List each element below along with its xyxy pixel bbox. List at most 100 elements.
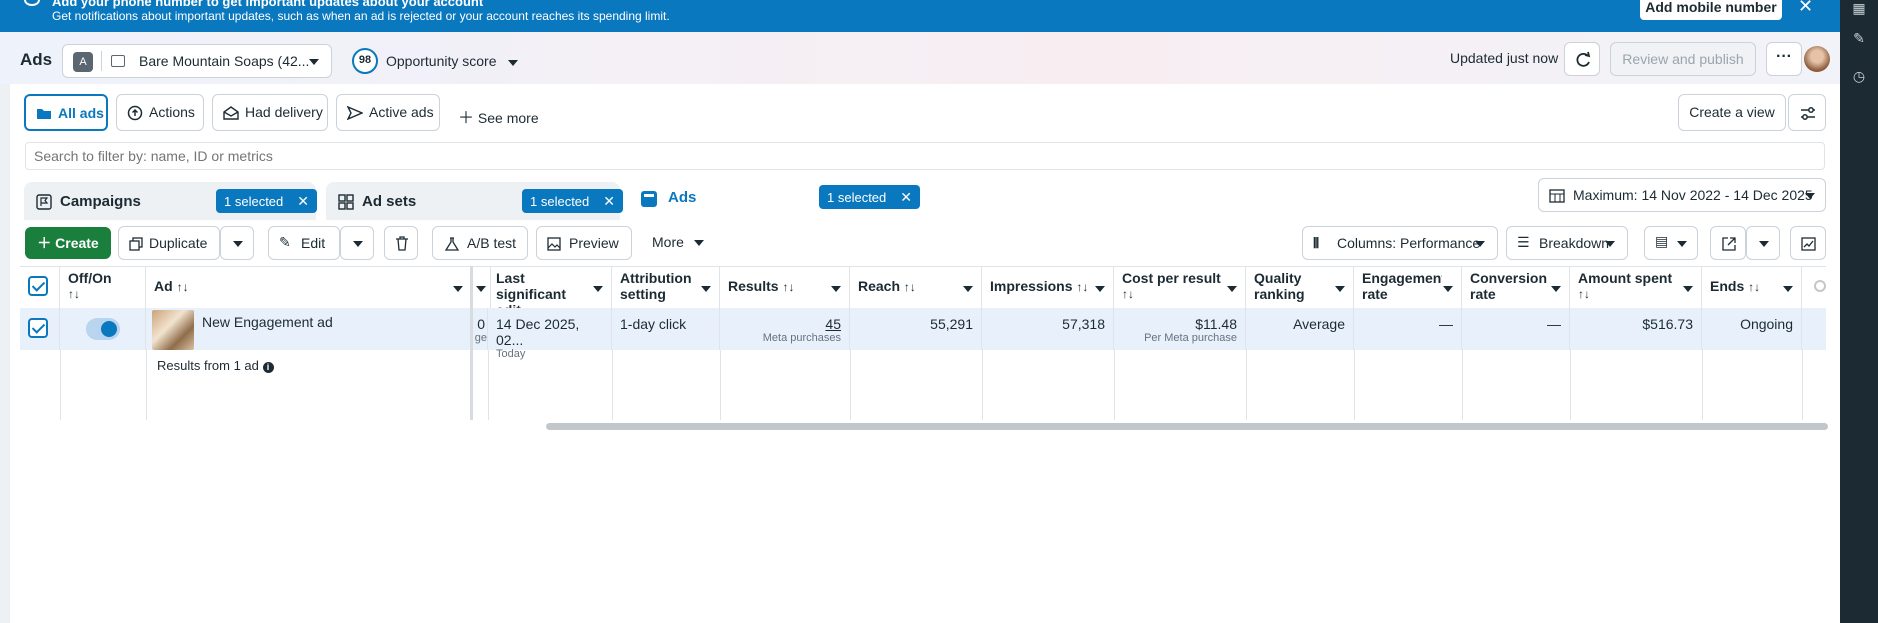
sort-icon[interactable]: ↑↓ [904,280,916,294]
opportunity-score-badge[interactable]: 98 [352,48,378,74]
more-dropdown[interactable]: More [646,226,716,260]
ab-test-button[interactable]: A/B test [432,226,528,260]
view-tab-had-delivery[interactable]: Had delivery [212,94,328,131]
column-header-ends[interactable]: Ends ↑↓ [1702,266,1802,308]
add-column-icon[interactable] [1814,280,1826,292]
charts-button[interactable] [1790,226,1826,260]
column-header-impressions[interactable]: Impressions ↑↓ [982,266,1114,308]
column-header-cost[interactable]: Cost per result ↑↓ [1114,266,1246,308]
preview-button[interactable]: Preview [536,226,632,260]
column-header-offon[interactable]: Off/On ↑↓ [60,266,146,308]
view-tab-actions[interactable]: Actions [116,94,204,131]
chevron-down-icon[interactable] [1227,286,1237,292]
chevron-down-icon[interactable] [476,286,486,292]
level-tab-campaigns[interactable]: Campaigns 1 selected ✕ [24,182,317,220]
refresh-button[interactable] [1564,42,1600,76]
select-all-checkbox[interactable] [28,276,48,296]
sort-icon[interactable]: ↑↓ [1076,280,1088,294]
create-button[interactable]: ＋ Create [25,227,111,259]
account-icon [111,55,125,67]
sort-icon[interactable]: ↑↓ [1578,286,1693,302]
chevron-down-icon[interactable] [963,286,973,292]
account-selector[interactable]: A Bare Mountain Soaps (42... [62,44,332,78]
sort-icon[interactable]: ↑↓ [177,280,189,294]
header-label: Results [728,278,779,294]
date-range-selector[interactable]: Maximum: 14 Nov 2022 - 14 Dec 2025 [1538,178,1826,212]
column-header-ad[interactable]: Ad ↑↓ [146,266,472,308]
chevron-down-icon[interactable] [1095,286,1105,292]
row-checkbox[interactable] [28,318,48,338]
column-header-results[interactable]: Results ↑↓ [720,266,850,308]
edit-options-button[interactable] [340,226,374,260]
column-header-quality[interactable]: Quality ranking [1246,266,1354,308]
export-options-button[interactable] [1746,226,1780,260]
chevron-down-icon[interactable] [1783,286,1793,292]
column-header-engagement[interactable]: Engagement rate rankin... [1354,266,1462,308]
chevron-down-icon[interactable] [1683,286,1693,292]
chevron-down-icon[interactable] [1443,286,1453,292]
reports-dropdown[interactable]: ▤ [1644,226,1698,260]
ad-toggle[interactable] [86,318,120,340]
delete-button[interactable] [384,226,418,260]
view-tab-active-ads[interactable]: Active ads [336,94,440,131]
header-label: Ends [1710,278,1745,294]
selected-count: 1 selected [827,190,887,205]
clock-icon[interactable]: ◷ [1851,68,1867,84]
breakdown-dropdown[interactable]: ☰ Breakdown [1506,226,1628,260]
selected-chip[interactable]: 1 selected ✕ [522,189,623,213]
more-options-button[interactable]: ··· [1766,42,1802,76]
column-header-amount[interactable]: Amount spent ↑↓ [1570,266,1702,308]
sort-icon[interactable]: ↑↓ [1748,280,1760,294]
chevron-down-icon[interactable] [1551,286,1561,292]
column-header-attribution[interactable]: Attribution setting [612,266,720,308]
chevron-down-icon [1759,241,1769,247]
review-and-publish-button[interactable]: Review and publish [1610,42,1756,76]
sort-icon[interactable]: ↑↓ [782,280,794,294]
chevron-down-icon[interactable] [453,286,463,292]
folder-icon [37,109,51,119]
column-header-reach[interactable]: Reach ↑↓ [850,266,982,308]
column-header-conversion[interactable]: Conversion rate rankin... [1462,266,1570,308]
selected-chip[interactable]: 1 selected ✕ [819,185,920,209]
row-cost-cell: $11.48 Per Meta purchase [1114,308,1246,350]
chevron-down-icon[interactable] [701,286,711,292]
info-icon[interactable]: i [262,362,274,373]
export-button[interactable] [1710,226,1746,260]
duplicate-options-button[interactable] [220,226,254,260]
grid-icon[interactable]: ▦ [1851,0,1867,16]
pencil-icon[interactable]: ✎ [1851,30,1867,46]
add-mobile-number-button[interactable]: Add mobile number [1640,0,1782,20]
horizontal-scrollbar[interactable] [546,423,1828,430]
header-label: Ad [154,278,173,294]
columns-dropdown[interactable]: ⦀ Columns: Performance [1302,226,1498,260]
column-header-last-edit[interactable]: Last significant edit [488,266,612,318]
results-value[interactable]: 45 [728,316,841,332]
row-reach-cell: 55,291 [850,308,982,350]
edit-button[interactable]: ✎ Edit [268,226,340,260]
view-tab-all-ads[interactable]: All ads [24,94,108,131]
level-tab-ad-sets[interactable]: Ad sets 1 selected ✕ [326,182,623,220]
chevron-down-icon[interactable] [593,286,603,292]
row-ends-cell: Ongoing [1702,308,1802,350]
selected-chip[interactable]: 1 selected ✕ [216,189,317,213]
see-more-button[interactable]: ＋ See more [458,104,539,128]
close-icon[interactable]: ✕ [900,189,912,205]
close-icon[interactable]: ✕ [297,193,309,209]
level-tab-ads[interactable]: Ads 1 selected ✕ [628,178,922,220]
view-settings-button[interactable] [1788,94,1826,131]
duplicate-button[interactable]: Duplicate [118,226,220,260]
hidden-value: 0 [477,316,485,332]
chevron-down-icon[interactable] [831,286,841,292]
hidden-sub: ge [474,332,487,344]
sort-icon[interactable]: ↑↓ [68,286,137,302]
divider [720,350,721,420]
create-a-view-button[interactable]: Create a view [1678,94,1786,131]
close-icon[interactable]: ✕ [1798,0,1813,17]
opportunity-score-dropdown[interactable]: Opportunity score [386,53,519,69]
ad-name[interactable]: New Engagement ad [202,314,333,330]
avatar[interactable] [1804,46,1830,72]
sort-icon[interactable]: ↑↓ [1122,286,1237,302]
chevron-down-icon[interactable] [1335,286,1345,292]
close-icon[interactable]: ✕ [603,193,615,209]
search-input[interactable] [25,142,1825,170]
